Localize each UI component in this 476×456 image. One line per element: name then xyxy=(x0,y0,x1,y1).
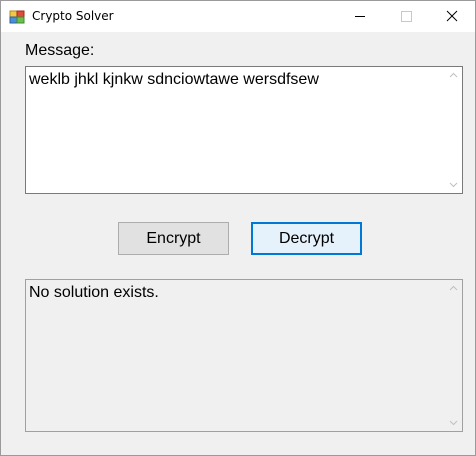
close-icon xyxy=(446,10,458,22)
minimize-button[interactable] xyxy=(337,1,383,32)
message-text: weklb jhkl kjnkw sdnciowtawe wersdfsew xyxy=(29,71,319,88)
scroll-up-icon[interactable] xyxy=(445,280,462,297)
message-scrollbar[interactable] xyxy=(445,67,462,193)
output-scrollbar[interactable] xyxy=(445,280,462,431)
scroll-down-icon[interactable] xyxy=(445,414,462,431)
scroll-down-icon[interactable] xyxy=(445,176,462,193)
maximize-button[interactable] xyxy=(383,1,429,32)
maximize-icon xyxy=(401,11,412,22)
title-bar[interactable]: Crypto Solver xyxy=(1,1,475,32)
message-label: Message: xyxy=(25,42,95,59)
output-text: No solution exists. xyxy=(29,284,159,301)
message-textbox[interactable]: weklb jhkl kjnkw sdnciowtawe wersdfsew xyxy=(25,66,463,194)
crypto-solver-window: Crypto Solver Message: weklb jhkl kjnkw … xyxy=(0,0,476,456)
minimize-icon xyxy=(355,16,365,17)
output-textbox[interactable]: No solution exists. xyxy=(25,279,463,432)
scroll-up-icon[interactable] xyxy=(445,67,462,84)
close-button[interactable] xyxy=(429,1,475,32)
window-title: Crypto Solver xyxy=(32,9,114,23)
encrypt-button[interactable]: Encrypt xyxy=(118,222,229,255)
decrypt-button[interactable]: Decrypt xyxy=(251,222,362,255)
app-icon[interactable] xyxy=(9,9,25,25)
